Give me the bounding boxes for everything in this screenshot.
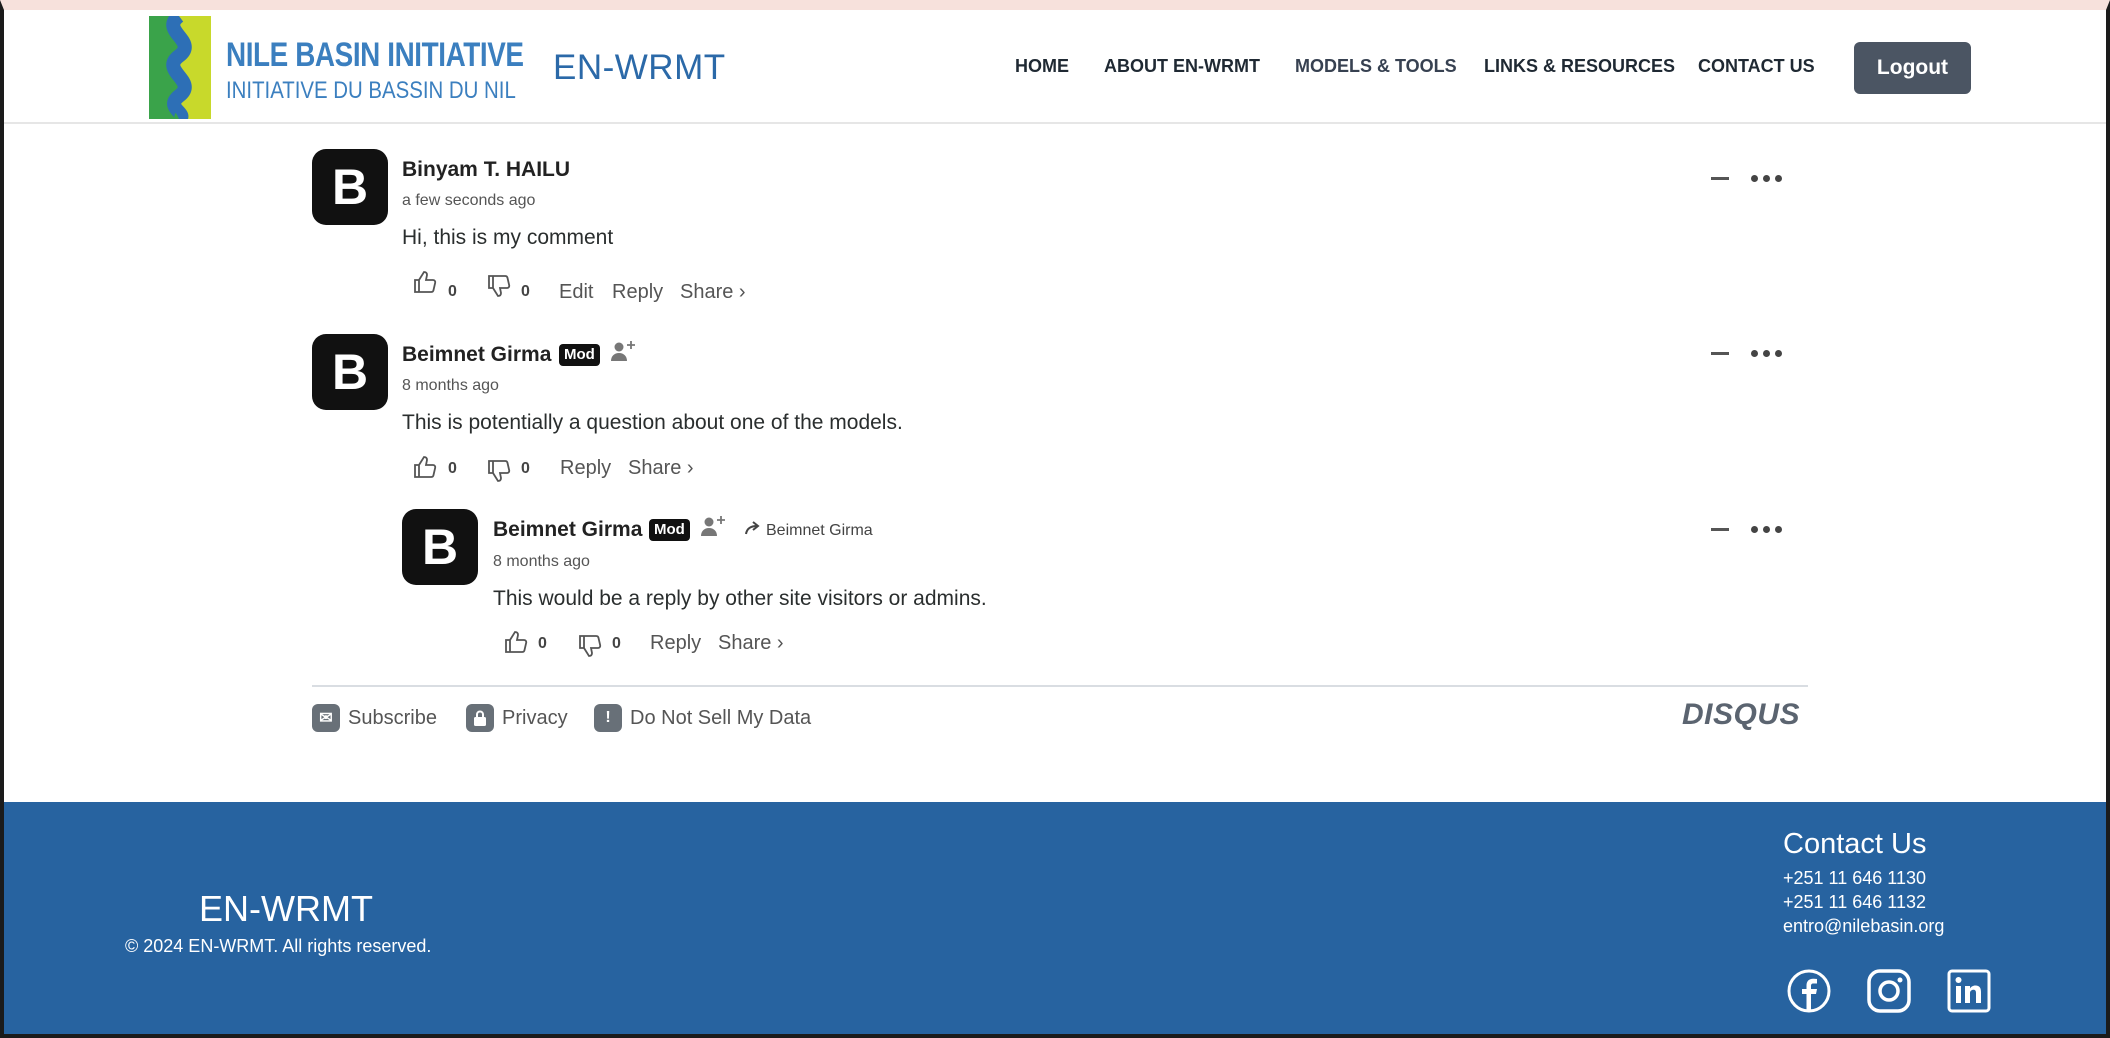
more-options-icon[interactable] [1751,350,1783,358]
downvote-count: 0 [521,283,530,300]
do-not-sell-link[interactable]: ! Do Not Sell My Data [594,703,811,733]
envelope-icon: ✉ [312,704,340,732]
comment-text: This is potentially a question about one… [402,411,903,434]
reply-button[interactable]: Reply [612,281,663,304]
site-name[interactable]: EN-WRMT [553,48,726,88]
alert-icon: ! [594,704,622,732]
downvote-icon[interactable] [486,273,512,299]
comment-text: This would be a reply by other site visi… [493,587,987,610]
share-button[interactable]: Share › [680,281,746,304]
upvote-count: 0 [448,460,457,477]
footer-phone-1[interactable]: +251 11 646 1130 [1783,868,1926,889]
comment-time[interactable]: a few seconds ago [402,192,535,210]
downvote-count: 0 [521,460,530,477]
instagram-icon[interactable] [1866,968,1912,1014]
upvote-count: 0 [538,635,547,652]
do-not-sell-label: Do Not Sell My Data [630,706,812,729]
disqus-logo[interactable]: DISQUS [1682,698,1800,732]
comment-author[interactable]: Beimnet Girma [493,518,642,542]
site-header: NILE BASIN INITIATIVE INITIATIVE DU BASS… [4,10,2106,124]
subscribe-label: Subscribe [348,706,437,729]
downvote-icon[interactable] [486,458,512,484]
upvote-count: 0 [448,283,457,300]
logout-button[interactable]: Logout [1854,42,1971,94]
footer-copyright: © 2024 EN-WRMT. All rights reserved. [125,936,432,956]
upvote-icon[interactable] [412,269,438,295]
nile-basin-logo-icon[interactable] [149,16,211,119]
reply-arrow-icon [745,521,760,535]
avatar[interactable]: B [312,334,388,410]
footer-email[interactable]: entro@nilebasin.org [1783,916,1944,937]
follow-user-icon[interactable] [610,339,636,363]
collapse-icon[interactable] [1711,177,1729,180]
privacy-link[interactable]: Privacy [466,703,568,733]
more-options-icon[interactable] [1751,526,1783,534]
share-button[interactable]: Share › [718,632,784,655]
lock-icon [466,704,494,732]
subscribe-link[interactable]: ✉ Subscribe [312,703,437,733]
avatar[interactable]: B [312,149,388,225]
moderator-badge: Mod [649,519,690,541]
linkedin-icon[interactable] [1946,968,1992,1014]
moderator-badge: Mod [559,344,600,366]
comment-time[interactable]: 8 months ago [402,377,499,395]
downvote-icon[interactable] [577,633,603,659]
browser-viewport: NILE BASIN INITIATIVE INITIATIVE DU BASS… [0,0,2110,1038]
footer-brand: EN-WRMT [199,888,373,929]
nav-models-tools[interactable]: MODELS & TOOLS [1295,56,1457,77]
nav-contact[interactable]: CONTACT US [1698,56,1815,77]
logo-line-2: INITIATIVE DU BASSIN DU NIL [226,77,516,104]
reply-button[interactable]: Reply [560,457,611,480]
comment-author[interactable]: Beimnet Girma [402,343,551,367]
follow-user-icon[interactable] [700,514,726,538]
upvote-icon[interactable] [412,454,438,480]
avatar[interactable]: B [402,509,478,585]
footer-phone-2[interactable]: +251 11 646 1132 [1783,892,1926,913]
in-reply-to-link[interactable]: Beimnet Girma [766,522,873,540]
nav-about[interactable]: ABOUT EN-WRMT [1104,56,1260,77]
comments-divider [312,685,1808,687]
footer-contact-heading: Contact Us [1783,828,1927,860]
collapse-icon[interactable] [1711,352,1729,355]
site-footer: EN-WRMT © 2024 EN-WRMT. All rights reser… [4,802,2106,1034]
organization-logo-text[interactable]: NILE BASIN INITIATIVE INITIATIVE DU BASS… [226,36,589,105]
nav-home[interactable]: HOME [1015,56,1069,77]
logo-line-1: NILE BASIN INITIATIVE [226,36,524,74]
comment-text: Hi, this is my comment [402,226,614,249]
collapse-icon[interactable] [1711,528,1729,531]
privacy-label: Privacy [502,706,568,729]
comment-author[interactable]: Binyam T. HAILU [402,158,570,182]
reply-button[interactable]: Reply [650,632,701,655]
downvote-count: 0 [612,635,621,652]
share-button[interactable]: Share › [628,457,694,480]
more-options-icon[interactable] [1751,175,1783,183]
edit-button[interactable]: Edit [559,281,593,304]
nav-links-resources[interactable]: LINKS & RESOURCES [1484,56,1675,77]
comment-time[interactable]: 8 months ago [493,553,590,571]
facebook-icon[interactable] [1786,968,1832,1014]
upvote-icon[interactable] [503,629,529,655]
